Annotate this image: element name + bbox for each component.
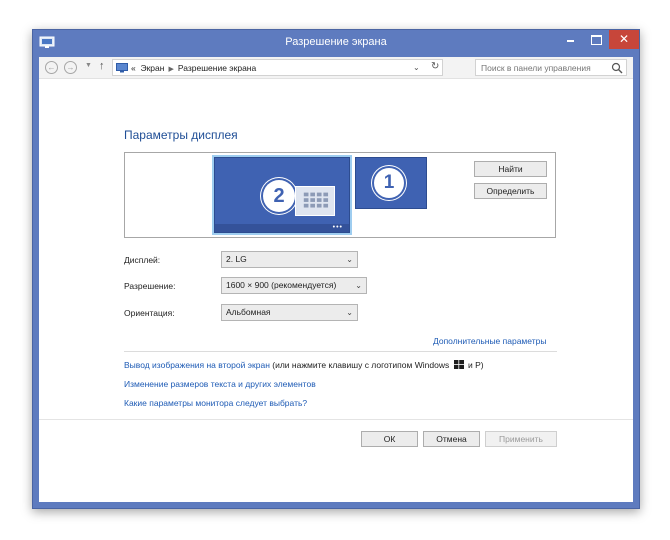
find-button[interactable]: Найти — [474, 161, 547, 177]
monitor-1-tile[interactable]: 1 — [355, 157, 427, 209]
resolution-select[interactable]: 1600 × 900 (рекомендуется) ⌄ — [221, 277, 367, 294]
resolution-select-value: 1600 × 900 (рекомендуется) — [226, 280, 337, 290]
ok-button[interactable]: ОК — [361, 431, 418, 447]
which-settings-link[interactable]: Какие параметры монитора следует выбрать… — [124, 398, 307, 408]
back-arrow-icon[interactable]: ← — [45, 61, 58, 74]
resolution-label: Разрешение: — [124, 281, 176, 291]
navigation-bar: ← → ▼ ↑ « Экран ▶ Разрешение экрана ⌄ ↻ — [39, 57, 633, 79]
footer-divider — [39, 419, 633, 420]
divider — [124, 351, 557, 352]
chevron-down-icon: ⌄ — [355, 281, 362, 290]
window-title: Разрешение экрана — [285, 36, 387, 48]
screen-resolution-window: Разрешение экрана ✕ ← → ▼ ↑ « Экран ▶ Разр… — [32, 29, 640, 509]
address-bar[interactable]: « Экран ▶ Разрешение экрана ⌄ ↻ — [112, 59, 443, 76]
advanced-settings-link[interactable]: Дополнительные параметры — [433, 336, 546, 346]
identify-button[interactable]: Определить — [474, 183, 547, 199]
breadcrumb-resolution[interactable]: Разрешение экрана — [178, 63, 256, 73]
display-label: Дисплей: — [124, 255, 161, 265]
monitor-2-taskbar — [215, 224, 349, 232]
monitor-2-tile[interactable]: 2 ••• — [214, 157, 350, 233]
second-screen-link[interactable]: Вывод изображения на второй экран — [124, 360, 270, 370]
forward-arrow-icon[interactable]: → — [64, 61, 77, 74]
address-dropdown-chevron-icon[interactable]: ⌄ — [413, 63, 420, 72]
minimize-button[interactable] — [557, 30, 583, 49]
maximize-button[interactable] — [584, 30, 608, 49]
search-icon[interactable] — [611, 62, 623, 74]
control-panel-icon — [116, 63, 128, 73]
close-button[interactable]: ✕ — [609, 30, 639, 49]
orientation-select[interactable]: Альбомная ⌄ — [221, 304, 358, 321]
chevron-down-icon: ⌄ — [346, 308, 353, 317]
recent-pages-chevron-icon[interactable]: ▼ — [85, 62, 92, 69]
start-screen-grid-icon — [295, 186, 335, 216]
second-screen-hint-key: и P) — [467, 360, 484, 370]
breadcrumb-screen[interactable]: Экран — [140, 63, 164, 73]
text-size-link[interactable]: Изменение размеров текста и других элеме… — [124, 379, 316, 389]
search-box[interactable] — [475, 59, 627, 76]
page-title: Параметры дисплея — [124, 128, 238, 142]
monitor-1-number: 1 — [374, 168, 404, 198]
windows-logo-icon — [453, 360, 464, 369]
breadcrumb-overflow[interactable]: « — [131, 63, 136, 73]
refresh-icon[interactable]: ↻ — [431, 61, 439, 72]
display-select[interactable]: 2. LG ⌄ — [221, 251, 358, 268]
display-select-value: 2. LG — [226, 254, 247, 264]
orientation-select-value: Альбомная — [226, 307, 271, 317]
apply-button[interactable]: Применить — [485, 431, 557, 447]
breadcrumb-separator-icon[interactable]: ▶ — [164, 66, 177, 73]
breadcrumb: « Экран ▶ Разрешение экрана — [131, 63, 256, 73]
monitor-2-number: 2 — [263, 180, 295, 212]
more-options-icon: ••• — [332, 224, 343, 231]
title-bar[interactable]: Разрешение экрана ✕ — [33, 30, 639, 57]
chevron-down-icon: ⌄ — [346, 255, 353, 264]
second-screen-hint: (или нажмите клавишу с логотипом Windows — [272, 360, 450, 370]
up-arrow-icon[interactable]: ↑ — [99, 60, 105, 72]
cancel-button[interactable]: Отмена — [423, 431, 480, 447]
second-screen-line: Вывод изображения на второй экран (или н… — [124, 360, 484, 370]
search-input[interactable] — [476, 60, 606, 75]
orientation-label: Ориентация: — [124, 308, 175, 318]
window-content: ← → ▼ ↑ « Экран▶Разрешение экрана ⌄ ↻ — [39, 57, 633, 502]
